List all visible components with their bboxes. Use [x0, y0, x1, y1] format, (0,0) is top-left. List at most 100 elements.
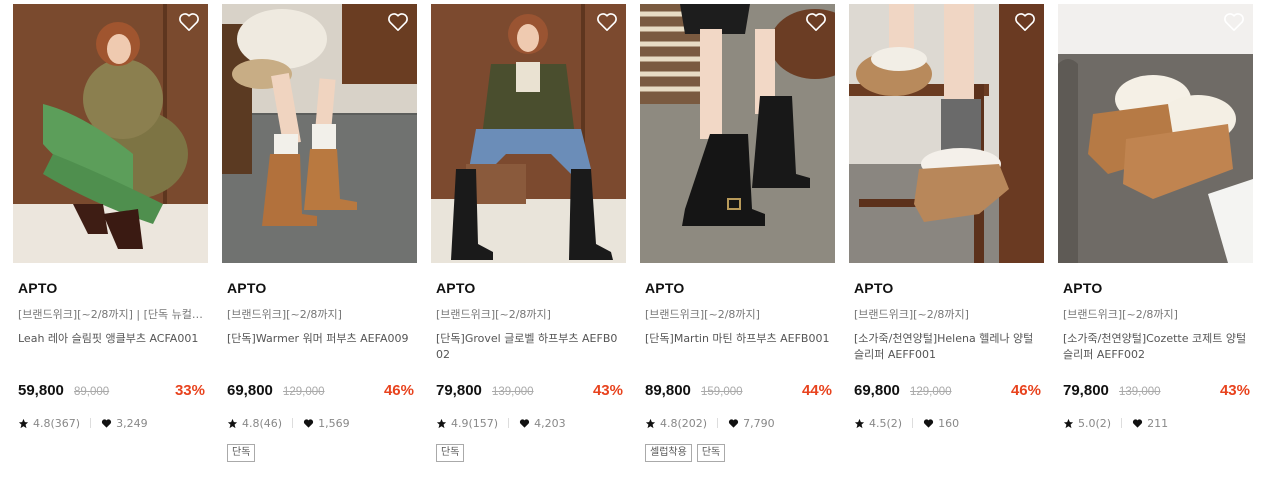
divider — [90, 418, 92, 428]
star-icon — [645, 418, 656, 429]
product-name[interactable]: Leah 레아 슬림핏 앵클부츠 ACFA001 — [18, 331, 204, 347]
review-meta: 4.5(2) 160 — [854, 416, 959, 432]
like-count: 3,249 — [116, 416, 148, 430]
like-count: 160 — [938, 416, 960, 430]
price-row: 69,800 129,000 46% — [854, 382, 1041, 402]
tag-list: 단독 — [227, 440, 260, 462]
sale-price: 59,800 — [18, 382, 64, 399]
tag-badge: 셀럽착용 — [645, 444, 692, 462]
product-card[interactable]: APTO [브랜드위크][~2/8까지] [소가죽/천연양털]Cozette 코… — [1058, 4, 1253, 430]
product-image[interactable] — [431, 4, 626, 263]
price-row: 59,800 89,000 33% — [18, 382, 205, 402]
brand-name[interactable]: APTO — [18, 280, 57, 296]
original-price: 139,000 — [1119, 386, 1161, 398]
product-photo — [849, 4, 1044, 263]
heart-filled-icon — [923, 418, 934, 429]
brand-name[interactable]: APTO — [854, 280, 893, 296]
price-row: 79,800 139,000 43% — [1063, 382, 1250, 402]
tag-badge: 단독 — [436, 444, 465, 462]
promo-text: [브랜드위크][~2/8까지] — [436, 308, 551, 321]
divider — [1121, 418, 1123, 428]
brand-name[interactable]: APTO — [227, 280, 266, 296]
product-name[interactable]: [소가죽/천연양털]Helena 헬레나 양털슬리퍼 AEFF001 — [854, 331, 1040, 363]
original-price: 129,000 — [910, 386, 952, 398]
review-meta: 4.8(202) 7,790 — [645, 416, 775, 432]
price-row: 79,800 139,000 43% — [436, 382, 623, 402]
brand-name[interactable]: APTO — [645, 280, 684, 296]
promo-text: [브랜드위크][~2/8까지] | [단독 뉴컬러] — [18, 308, 203, 321]
star-icon — [227, 418, 238, 429]
rating-text: 4.9(157) — [451, 416, 499, 430]
like-count: 4,203 — [534, 416, 566, 430]
product-name[interactable]: [소가죽/천연양털]Cozette 코제트 양털슬리퍼 AEFF002 — [1063, 331, 1249, 363]
product-card[interactable]: APTO [브랜드위크][~2/8까지] [단독]Grovel 글로벨 하프부츠… — [431, 4, 626, 462]
divider — [292, 418, 294, 428]
promo-text: [브랜드위크][~2/8까지] — [227, 308, 342, 321]
tag-badge: 단독 — [696, 444, 726, 462]
original-price: 89,000 — [74, 386, 110, 398]
like-count: 7,790 — [743, 416, 775, 430]
star-icon — [436, 418, 447, 429]
divider — [508, 418, 510, 428]
product-photo — [13, 4, 208, 263]
discount-rate: 33% — [174, 382, 205, 399]
product-photo — [431, 4, 626, 263]
product-card[interactable]: APTO [브랜드위크][~2/8까지] [단독]Warmer 워머 퍼부츠 A… — [222, 4, 417, 462]
product-image[interactable] — [640, 4, 835, 263]
review-meta: 4.8(46) 1,569 — [227, 416, 350, 432]
heart-filled-icon — [728, 418, 739, 429]
wishlist-heart-icon[interactable] — [387, 12, 409, 32]
like-count: 1,569 — [318, 416, 350, 430]
rating-text: 4.8(46) — [242, 416, 283, 430]
sale-price: 79,800 — [436, 382, 482, 399]
review-meta: 4.8(367) 3,249 — [18, 416, 148, 432]
product-name[interactable]: [단독]Grovel 글로벨 하프부츠 AEFB002 — [436, 331, 622, 363]
discount-rate: 43% — [1219, 382, 1250, 399]
product-card[interactable]: APTO [브랜드위크][~2/8까지] [소가죽/천연양털]Helena 헬레… — [849, 4, 1044, 430]
rating-text: 4.8(202) — [660, 416, 708, 430]
original-price: 159,000 — [701, 386, 743, 398]
original-price: 139,000 — [492, 386, 534, 398]
like-count: 211 — [1147, 416, 1169, 430]
wishlist-heart-icon[interactable] — [178, 12, 200, 32]
product-image[interactable] — [1058, 4, 1253, 263]
tag-list: 셀럽착용 단독 — [645, 440, 730, 462]
promo-text: [브랜드위크][~2/8까지] — [854, 308, 969, 321]
star-icon — [18, 418, 29, 429]
discount-rate: 43% — [592, 382, 623, 399]
wishlist-heart-icon[interactable] — [596, 12, 618, 32]
tag-badge: 단독 — [227, 444, 256, 462]
star-icon — [1063, 418, 1074, 429]
brand-name[interactable]: APTO — [436, 280, 475, 296]
discount-rate: 44% — [801, 382, 832, 399]
brand-name[interactable]: APTO — [1063, 280, 1102, 296]
promo-text: [브랜드위크][~2/8까지] — [1063, 308, 1178, 321]
sale-price: 69,800 — [854, 382, 900, 399]
star-icon — [854, 418, 865, 429]
review-meta: 4.9(157) 4,203 — [436, 416, 566, 432]
wishlist-heart-icon[interactable] — [1223, 12, 1245, 32]
sale-price: 79,800 — [1063, 382, 1109, 399]
divider — [717, 418, 719, 428]
product-card[interactable]: APTO [브랜드위크][~2/8까지] | [단독 뉴컬러] Leah 레아 … — [13, 4, 208, 430]
wishlist-heart-icon[interactable] — [805, 12, 827, 32]
price-row: 69,800 129,000 46% — [227, 382, 414, 402]
rating-text: 5.0(2) — [1078, 416, 1112, 430]
wishlist-heart-icon[interactable] — [1014, 12, 1036, 32]
review-meta: 5.0(2) 211 — [1063, 416, 1168, 432]
product-name[interactable]: [단독]Warmer 워머 퍼부츠 AEFA009 — [227, 331, 413, 347]
product-image[interactable] — [13, 4, 208, 263]
heart-filled-icon — [519, 418, 530, 429]
product-image[interactable] — [849, 4, 1044, 263]
heart-filled-icon — [101, 418, 112, 429]
tag-list: 단독 — [436, 440, 469, 462]
product-image[interactable] — [222, 4, 417, 263]
sale-price: 89,800 — [645, 382, 691, 399]
product-card[interactable]: APTO [브랜드위크][~2/8까지] [단독]Martin 마틴 하프부츠 … — [640, 4, 835, 462]
price-row: 89,800 159,000 44% — [645, 382, 832, 402]
product-photo — [222, 4, 417, 263]
product-name[interactable]: [단독]Martin 마틴 하프부츠 AEFB001 — [645, 331, 831, 347]
promo-text: [브랜드위크][~2/8까지] — [645, 308, 760, 321]
discount-rate: 46% — [1010, 382, 1041, 399]
product-photo — [1058, 4, 1253, 263]
